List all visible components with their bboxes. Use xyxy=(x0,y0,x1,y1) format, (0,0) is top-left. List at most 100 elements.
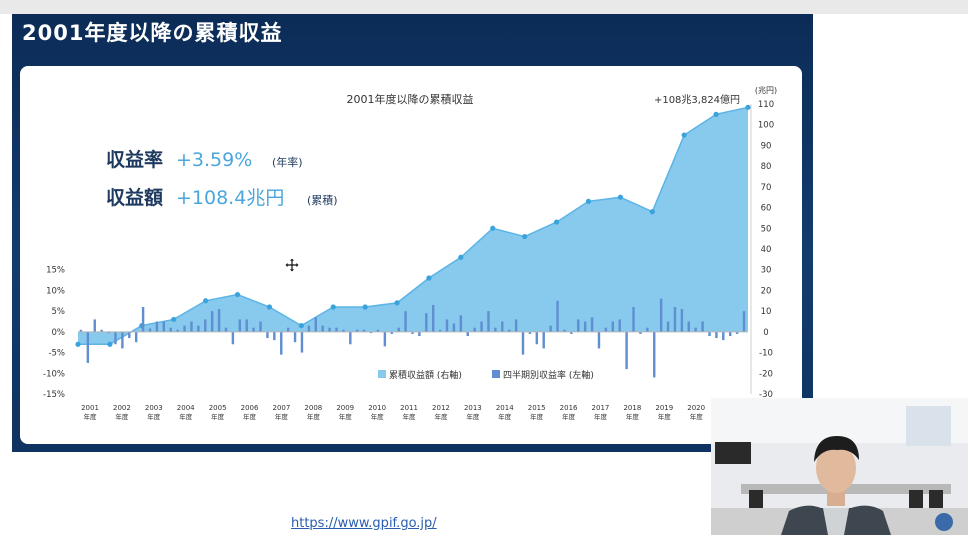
x-tick-year: 2014 xyxy=(496,404,514,412)
quarterly-bar xyxy=(425,313,428,332)
x-tick-year: 2010 xyxy=(368,404,386,412)
right-tick-label: 90 xyxy=(761,141,772,151)
x-axis-labels: 2001年度2002年度2003年度2004年度2005年度2006年度2007… xyxy=(81,404,737,421)
quarterly-bar xyxy=(431,304,435,332)
quarterly-bar xyxy=(307,325,311,332)
cumulative-point xyxy=(426,275,432,281)
x-tick-year: 2011 xyxy=(400,404,418,412)
quarterly-bar xyxy=(86,331,90,363)
quarterly-bar xyxy=(494,327,497,332)
cumulative-point xyxy=(490,225,496,231)
quarterly-bar xyxy=(701,321,704,332)
quarterly-bar xyxy=(611,321,614,332)
left-tick-label: 15% xyxy=(46,266,65,276)
quarterly-bar xyxy=(673,307,677,332)
top-annotation: +108兆3,824億円 xyxy=(654,93,740,106)
legend: 累積収益額 (右軸) 四半期別収益率 (左軸) xyxy=(378,369,594,381)
cumulative-point xyxy=(298,323,304,329)
quarterly-bar xyxy=(722,331,725,341)
x-tick-year: 2019 xyxy=(655,404,673,412)
chart-card: 15% 10% 5% 0% -5% -10% -15% 110 100 90 80 70 60 50 40… xyxy=(20,66,802,444)
quarterly-bar xyxy=(680,309,684,332)
x-tick-sublabel: 年度 xyxy=(147,412,161,421)
x-tick-year: 2008 xyxy=(304,404,322,412)
browser-top-bar xyxy=(0,0,968,14)
cumulative-point xyxy=(617,194,623,200)
x-tick-year: 2005 xyxy=(209,404,227,412)
quarterly-bar xyxy=(459,315,463,332)
x-tick-year: 2013 xyxy=(464,404,482,412)
left-tick-label: 10% xyxy=(46,286,65,296)
cumulative-point xyxy=(458,254,464,260)
quarterly-bar xyxy=(632,307,635,332)
quarterly-bar xyxy=(128,331,131,339)
quarterly-bar xyxy=(328,327,331,332)
left-tick-label: -15% xyxy=(43,390,65,400)
cumulative-point xyxy=(745,104,751,110)
cumulative-point xyxy=(330,304,336,310)
quarterly-bar xyxy=(217,309,221,332)
cumulative-point xyxy=(713,111,719,117)
summary-rate-label: 収益率 xyxy=(106,148,163,171)
cumulative-point xyxy=(107,341,113,347)
cumulative-point xyxy=(203,298,209,304)
x-tick-sublabel: 年度 xyxy=(434,412,448,421)
quarterly-bar xyxy=(245,319,248,332)
chart-title: 2001年度以降の累積収益 xyxy=(347,92,474,106)
x-tick-sublabel: 年度 xyxy=(243,412,257,421)
quarterly-bar xyxy=(583,321,587,332)
quarterly-bar xyxy=(224,327,228,332)
x-tick-sublabel: 年度 xyxy=(179,412,193,421)
quarterly-bar xyxy=(169,327,172,332)
quarterly-bar xyxy=(397,327,400,332)
legend-label-cumulative: 累積収益額 (右軸) xyxy=(389,369,462,381)
quarterly-bar xyxy=(273,331,276,341)
quarterly-bar xyxy=(93,319,96,332)
quarterly-bar xyxy=(293,331,297,343)
quarterly-bar xyxy=(238,319,242,332)
legend-swatch-cumulative xyxy=(378,370,386,378)
quarterly-bar xyxy=(715,331,718,339)
cumulative-point xyxy=(681,132,687,138)
right-tick-label: -20 xyxy=(759,369,773,379)
x-tick-sublabel: 年度 xyxy=(626,412,640,421)
right-tick-label: 40 xyxy=(761,245,772,255)
quarterly-bar xyxy=(542,331,545,349)
quarterly-bar xyxy=(487,311,490,332)
right-tick-label: 30 xyxy=(761,266,772,276)
right-tick-label: -10 xyxy=(759,349,773,359)
summary-amount-note: (累積) xyxy=(307,193,338,207)
x-tick-year: 2001 xyxy=(81,404,99,412)
quarterly-bar xyxy=(687,321,690,332)
x-tick-sublabel: 年度 xyxy=(498,412,512,421)
x-tick-year: 2007 xyxy=(273,404,291,412)
quarterly-bar xyxy=(286,327,290,332)
quarterly-bar xyxy=(231,331,235,345)
source-link[interactable]: https://www.gpif.go.jp/ xyxy=(291,516,437,531)
quarterly-bar xyxy=(646,327,649,332)
cumulative-point xyxy=(362,304,368,310)
channel-logo xyxy=(935,513,953,531)
right-tick-label: 20 xyxy=(761,286,772,296)
x-tick-year: 2018 xyxy=(623,404,641,412)
quarterly-bar xyxy=(162,321,166,332)
x-tick-sublabel: 年度 xyxy=(307,412,321,421)
quarterly-bar xyxy=(729,331,732,336)
quarterly-bar xyxy=(445,319,449,332)
cumulative-point xyxy=(522,233,528,240)
quarterly-bar xyxy=(197,325,200,332)
right-tick-label: 80 xyxy=(761,162,772,172)
x-tick-sublabel: 年度 xyxy=(84,412,98,421)
quarterly-bar xyxy=(252,327,255,332)
quarterly-bar xyxy=(618,319,621,332)
quarterly-bar xyxy=(604,327,608,332)
left-tick-label: 0% xyxy=(52,328,66,338)
summary-amount-value: +108.4兆円 xyxy=(176,187,284,209)
x-tick-year: 2009 xyxy=(336,404,354,412)
cumulative-point xyxy=(649,209,655,215)
quarterly-bar xyxy=(204,319,207,332)
quarterly-bar xyxy=(535,331,539,345)
x-tick-sublabel: 年度 xyxy=(658,412,672,421)
quarterly-bar xyxy=(141,307,145,332)
right-tick-label: 0 xyxy=(763,328,768,338)
